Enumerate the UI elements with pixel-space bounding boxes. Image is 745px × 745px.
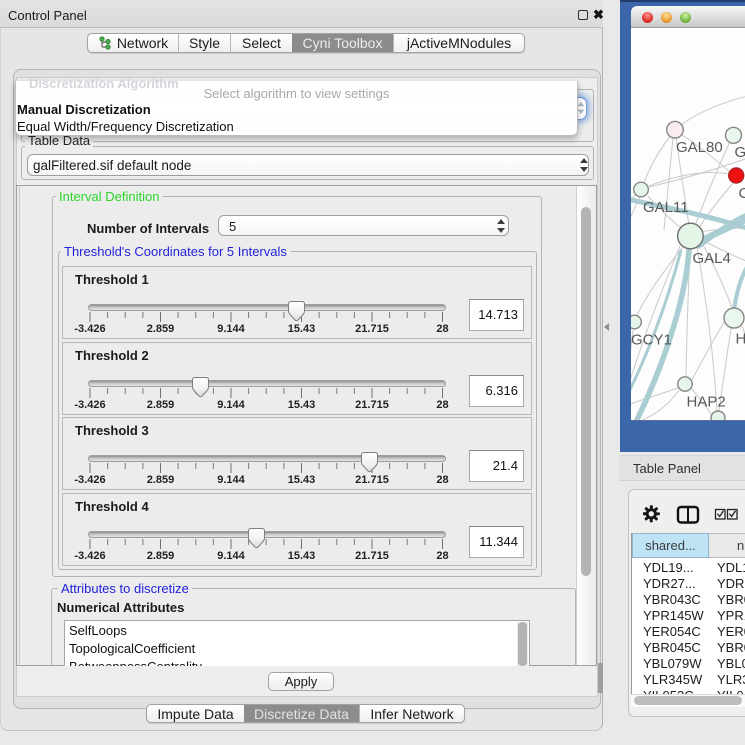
svg-text:GAL7: GAL7 <box>735 144 745 161</box>
svg-text:HIS4: HIS4 <box>736 331 745 348</box>
svg-text:CYC8: CYC8 <box>739 185 745 202</box>
svg-text:GAL4: GAL4 <box>693 250 731 267</box>
svg-text:HAP2: HAP2 <box>687 394 726 411</box>
svg-text:GAL11: GAL11 <box>643 199 689 216</box>
svg-text:GAL80: GAL80 <box>676 139 723 156</box>
svg-text:GCY1: GCY1 <box>631 332 672 349</box>
